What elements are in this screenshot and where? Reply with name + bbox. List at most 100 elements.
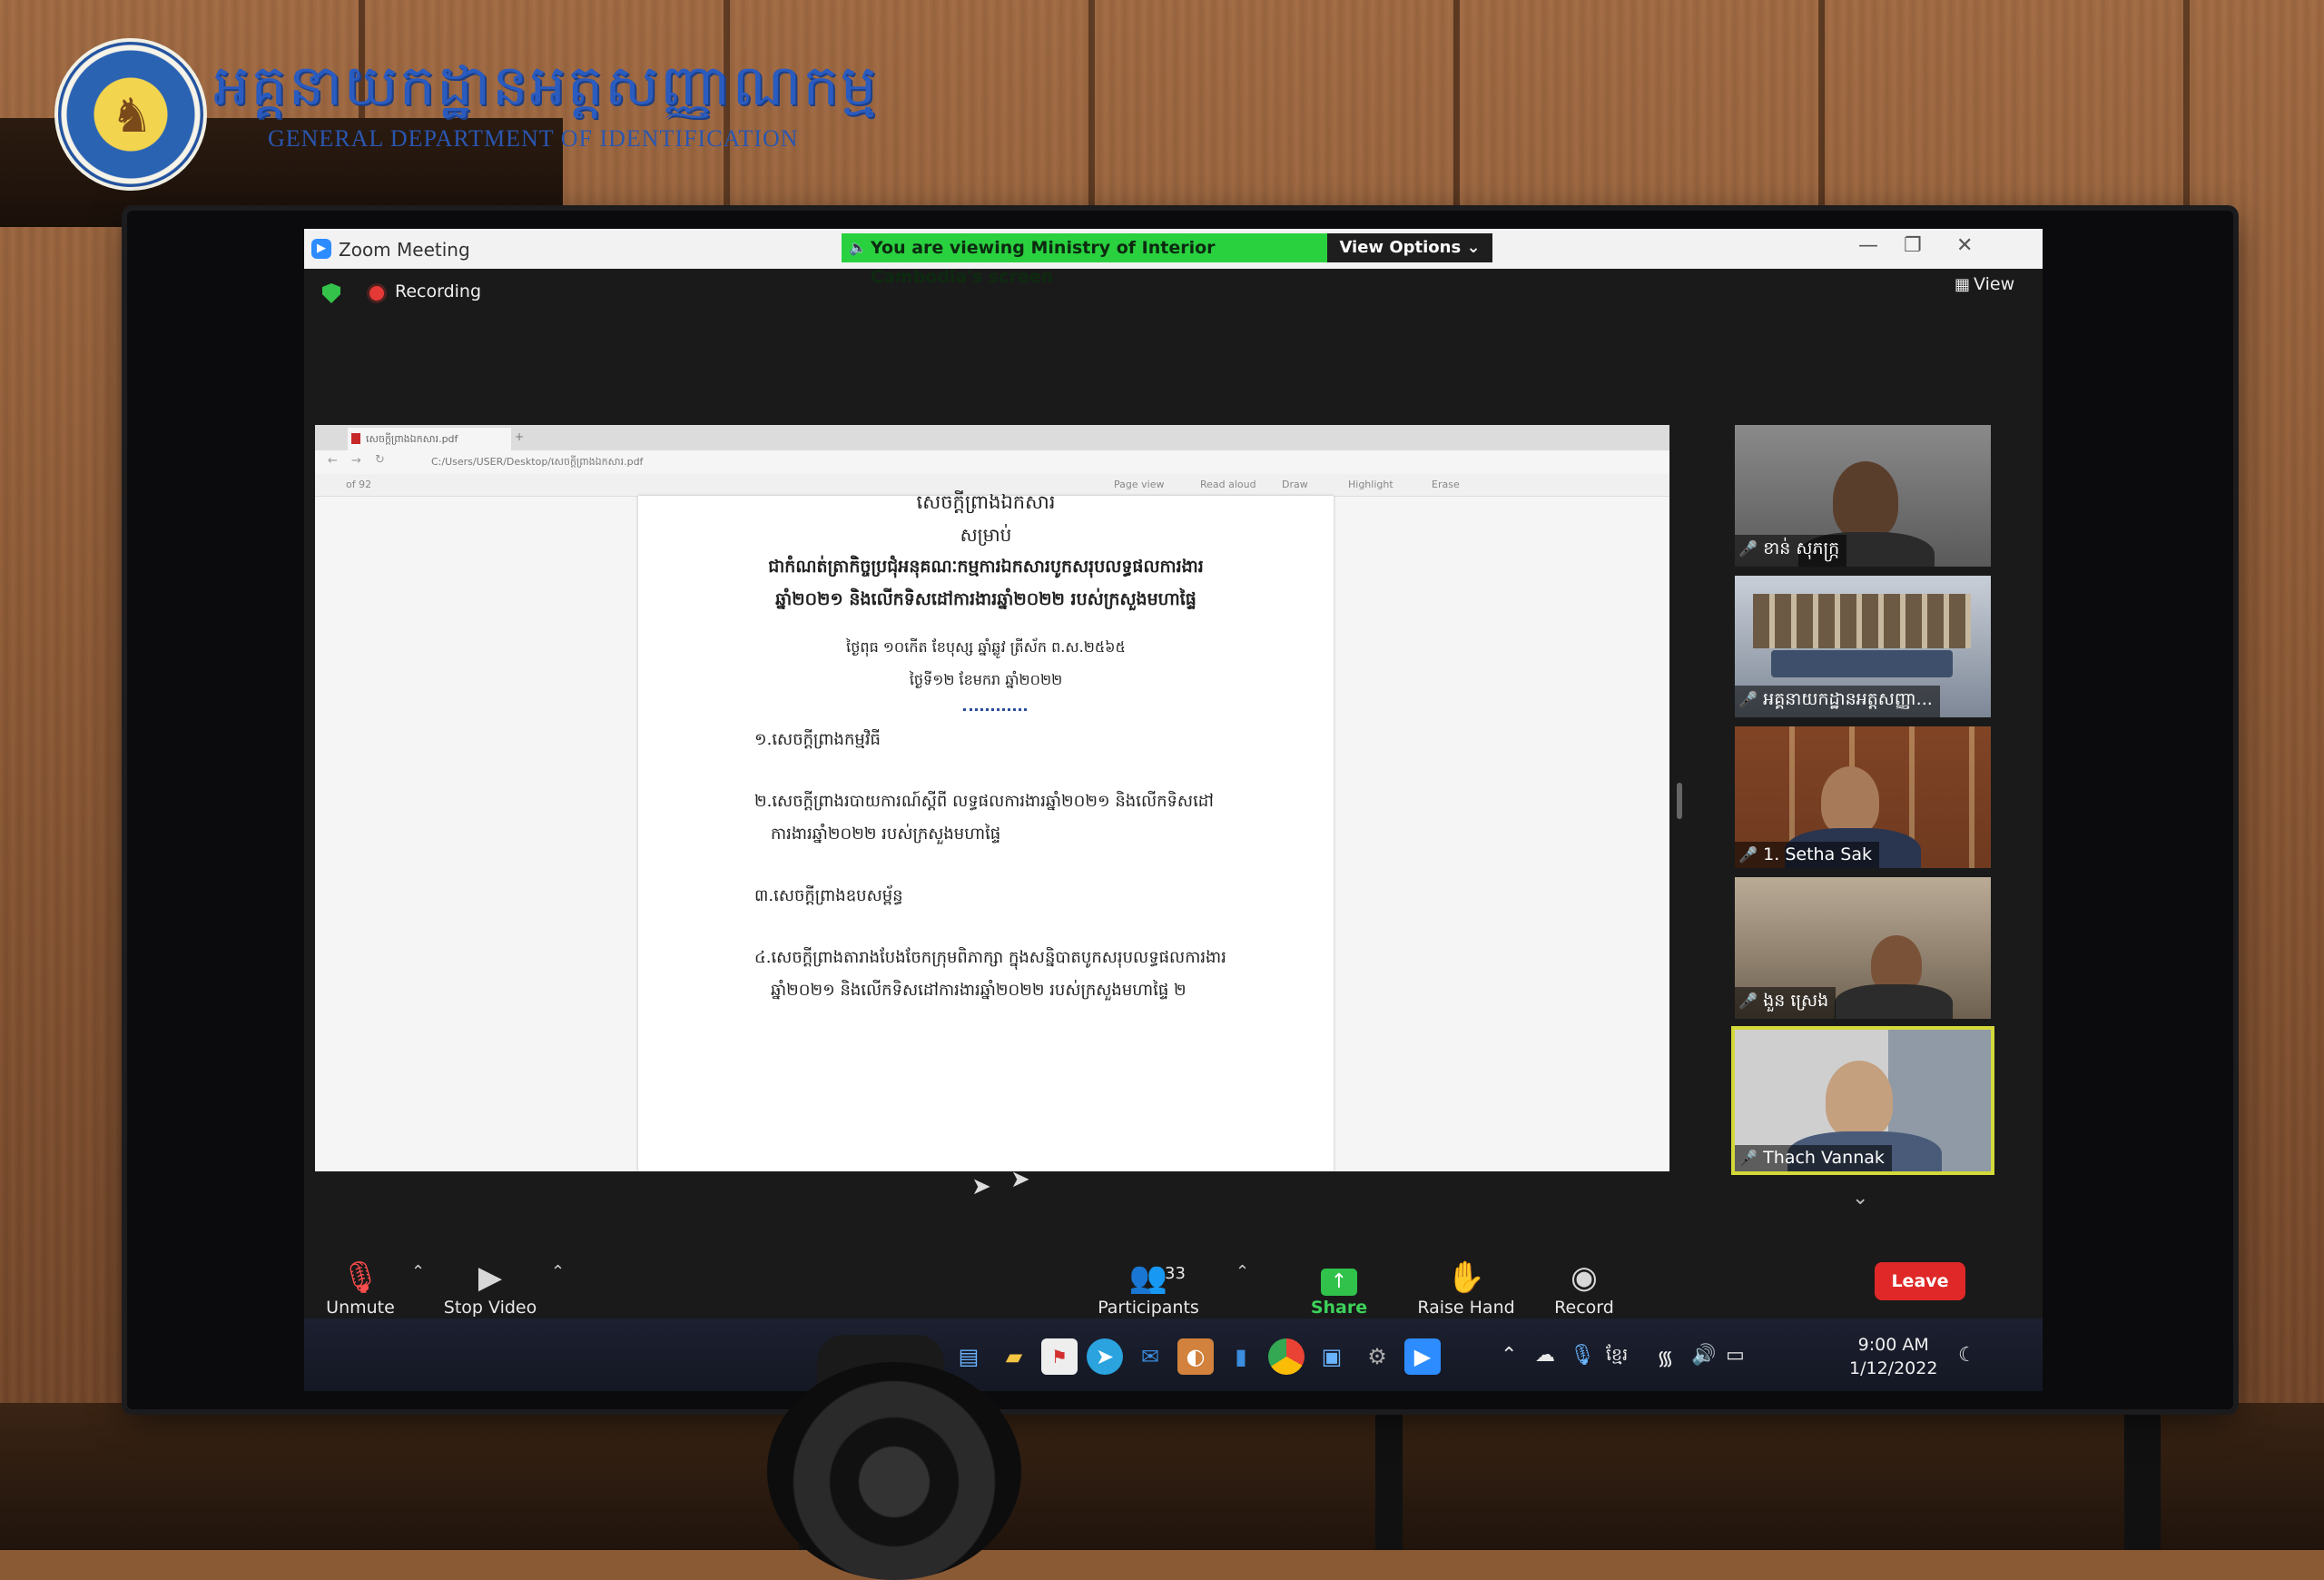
video-tile-3[interactable]: 🎤 1. Setha Sak bbox=[1735, 726, 1991, 868]
leave-button[interactable]: Leave bbox=[1875, 1262, 1965, 1300]
browser-tab[interactable]: សេចក្តីព្រាងឯកសារ.pdf bbox=[348, 428, 511, 450]
chrome-icon[interactable] bbox=[1268, 1338, 1305, 1375]
microphone-icon[interactable]: 🎙 bbox=[1570, 1344, 1595, 1367]
record-icon: ◉ bbox=[1571, 1259, 1598, 1296]
monitor: ▶ Zoom Meeting 🔈 You are viewing Ministr… bbox=[127, 211, 2233, 1409]
doc-item-3: ៣.សេចក្តីព្រាងឧបសម្ព័ន្ធ bbox=[754, 886, 903, 905]
new-tab-icon[interactable]: + bbox=[515, 430, 524, 443]
zoom-logo-icon: ▶ bbox=[311, 239, 331, 259]
video-options-caret-icon[interactable]: ⌃ bbox=[551, 1262, 565, 1281]
system-clock[interactable]: 9:00 AM 1/12/2022 bbox=[1849, 1333, 1937, 1380]
doc-date-lunar: ថ្ងៃពុធ ១០កើត ខែបុស្ស ឆ្នាំឆ្លូវ ត្រីស័ក… bbox=[846, 638, 1126, 656]
remote-desktop-icon[interactable]: ▣ bbox=[1314, 1338, 1350, 1375]
unmute-label: Unmute bbox=[326, 1298, 395, 1318]
webcam-lens bbox=[767, 1362, 1021, 1580]
back-icon[interactable]: ← bbox=[328, 454, 338, 468]
windows-taskbar: ⊞ ⌕ ❐ ▤ ▰ ⚑ ➤ ✉ ◐ ▮ ▣ ⚙ ▶ ⌃ ☁ 🎙 ខ្មែរ ᯾ … bbox=[304, 1318, 2043, 1391]
title-bar: ▶ Zoom Meeting 🔈 You are viewing Ministr… bbox=[304, 229, 2043, 287]
table-leg bbox=[2124, 1403, 2161, 1550]
unmute-button[interactable]: 🎙 Unmute bbox=[322, 1258, 399, 1318]
raise-hand-button[interactable]: ✋ Raise Hand bbox=[1412, 1258, 1521, 1318]
monitor-stand-right bbox=[1375, 1403, 1403, 1550]
encryption-shield-icon[interactable] bbox=[322, 283, 340, 303]
doc-item-4b: ឆ្នាំ២០២១ និងលើកទិសដៅការងារឆ្នាំ២០២២ របស… bbox=[771, 981, 1187, 1000]
forward-icon[interactable]: → bbox=[351, 454, 361, 468]
participants-button[interactable]: 👥 Participants bbox=[1094, 1258, 1203, 1318]
muted-mic-icon: 🎤 bbox=[1738, 540, 1758, 558]
view-label: View bbox=[1974, 274, 2015, 294]
tray-chevron-up-icon[interactable]: ⌃ bbox=[1501, 1344, 1517, 1367]
widgets-icon[interactable]: ▤ bbox=[950, 1338, 987, 1375]
battery-icon[interactable]: ▭ bbox=[1726, 1344, 1745, 1367]
doc-item-1: ១.សេចក្តីព្រាងកម្មវិធី bbox=[754, 730, 881, 749]
notifications-moon-icon[interactable]: ☾ bbox=[1958, 1344, 1976, 1367]
participant-face bbox=[1833, 461, 1898, 539]
logo-english-text: GENERAL DEPARTMENT OF IDENTIFICATION bbox=[268, 125, 799, 152]
video-camera-icon: ▶ bbox=[478, 1259, 503, 1296]
splitter-handle[interactable] bbox=[1677, 783, 1682, 819]
clock-date: 1/12/2022 bbox=[1849, 1358, 1938, 1378]
logo-khmer-text: អគ្គនាយកដ្ឋានអត្តសញ្ញាណកម្ម bbox=[213, 52, 879, 118]
doc-date-solar: ថ្ងៃទី១២ ខែមករា ឆ្នាំ២០២២ bbox=[909, 671, 1063, 688]
share-banner-text: You are viewing Ministry of Interior Cam… bbox=[871, 238, 1216, 287]
participant-body bbox=[1835, 984, 1953, 1019]
zoom-meeting-window: ▶ Zoom Meeting 🔈 You are viewing Ministr… bbox=[304, 229, 2043, 1391]
language-indicator[interactable]: ខ្មែរ bbox=[1606, 1344, 1628, 1369]
participants-caret-icon[interactable]: ⌃ bbox=[1236, 1262, 1249, 1281]
tab-title: សេចក្តីព្រាងឯកសារ.pdf bbox=[366, 433, 458, 445]
stop-video-button[interactable]: ▶ Stop Video bbox=[438, 1258, 542, 1318]
file-path: C:/Users/USER/Desktop/សេចក្តីព្រាងឯកសារ.… bbox=[431, 456, 644, 468]
address-bar[interactable]: ← → ↻ C:/Users/USER/Desktop/សេចក្តីព្រាង… bbox=[315, 450, 1669, 475]
tool-read-aloud[interactable]: Read aloud bbox=[1200, 479, 1256, 490]
record-button[interactable]: ◉ Record bbox=[1539, 1258, 1630, 1318]
telegram-icon[interactable]: ➤ bbox=[1087, 1338, 1123, 1375]
view-options-button[interactable]: View Options ⌄ bbox=[1327, 233, 1492, 262]
tool-erase[interactable]: Erase bbox=[1432, 479, 1460, 490]
tool-highlight[interactable]: Highlight bbox=[1348, 479, 1393, 490]
doc-item-4a: ៤.សេចក្តីព្រាងតារាងបែងចែកក្រុមពិភាក្សា ក… bbox=[754, 948, 1226, 967]
video-tile-2[interactable]: 🎤 អគ្គនាយកដ្ឋានអត្តសញ្ញា... bbox=[1735, 576, 1991, 717]
video-tile-4[interactable]: 🎤 ងួន ស្រេង bbox=[1735, 877, 1991, 1019]
phone-link-icon[interactable]: ▮ bbox=[1223, 1338, 1259, 1375]
participant-name: 1. Setha Sak bbox=[1763, 844, 1872, 864]
file-explorer-icon[interactable]: ▰ bbox=[996, 1338, 1032, 1375]
tool-page-view[interactable]: Page view bbox=[1114, 479, 1164, 490]
participant-name: Thach Vannak bbox=[1763, 1148, 1885, 1168]
onedrive-cloud-icon[interactable]: ☁ bbox=[1535, 1344, 1555, 1367]
mouse-cursor-icon: ➤ bbox=[1010, 1166, 1030, 1193]
muted-mic-icon: 🎤 bbox=[1738, 691, 1758, 709]
view-button[interactable]: ▦ View bbox=[1955, 274, 2014, 294]
participant-name: អគ្គនាយកដ្ឋានអត្តសញ្ញា... bbox=[1763, 689, 1933, 709]
participant-name-tag: 🎤 Thach Vannak bbox=[1735, 1145, 1892, 1171]
wifi-icon[interactable]: ᯾ bbox=[1657, 1344, 1674, 1371]
volume-icon[interactable]: 🔊 bbox=[1691, 1344, 1716, 1367]
contacts-icon[interactable]: ◐ bbox=[1177, 1338, 1214, 1375]
page-count: of 92 bbox=[346, 479, 372, 490]
minimize-icon[interactable]: — bbox=[1858, 234, 1878, 257]
participants-count: 33 bbox=[1165, 1264, 1186, 1283]
doc-line-3: ជាកំណត់ត្រាកិច្ចប្រជុំអនុគណៈកម្មការឯកសារ… bbox=[768, 557, 1204, 577]
video-tile-active-speaker[interactable]: 🎤 Thach Vannak bbox=[1731, 1026, 1994, 1175]
audio-options-caret-icon[interactable]: ⌃ bbox=[411, 1262, 425, 1281]
participant-name-tag: 🎤 អគ្គនាយកដ្ឋានអត្តសញ្ញា... bbox=[1735, 686, 1940, 717]
restore-icon[interactable]: ❐ bbox=[1904, 234, 1922, 257]
acrobat-icon[interactable]: ⚑ bbox=[1041, 1338, 1078, 1375]
doc-line-2: សម្រាប់ bbox=[960, 524, 1012, 546]
muted-mic-icon: 🎤 bbox=[1738, 1150, 1758, 1168]
chevron-down-icon: ⌄ bbox=[1466, 238, 1481, 257]
tool-draw[interactable]: Draw bbox=[1282, 479, 1308, 490]
refresh-icon[interactable]: ↻ bbox=[375, 453, 385, 467]
settings-gear-icon[interactable]: ⚙ bbox=[1359, 1338, 1395, 1375]
video-tile-1[interactable]: 🎤 ខាន់ សុភក្រ្ក bbox=[1735, 425, 1991, 567]
mail-icon[interactable]: ✉ bbox=[1132, 1338, 1168, 1375]
scroll-down-chevron-icon[interactable]: ⌄ bbox=[1852, 1187, 1868, 1210]
zoom-taskbar-icon[interactable]: ▶ bbox=[1404, 1338, 1441, 1375]
participants-icon: 👥 bbox=[1128, 1259, 1168, 1296]
screen-share-banner: 🔈 You are viewing Ministry of Interior C… bbox=[842, 233, 1327, 287]
close-icon[interactable]: ✕ bbox=[1956, 234, 1973, 257]
shared-pdf-viewer[interactable]: សេចក្តីព្រាងឯកសារ.pdf + ← → ↻ C:/Users/U… bbox=[315, 425, 1669, 1171]
stop-video-label: Stop Video bbox=[443, 1298, 537, 1318]
view-options-label: View Options bbox=[1339, 238, 1462, 257]
muted-mic-icon: 🎙 bbox=[340, 1259, 380, 1296]
doc-title: សេចក្តីព្រាងឯកសារ bbox=[916, 491, 1056, 513]
